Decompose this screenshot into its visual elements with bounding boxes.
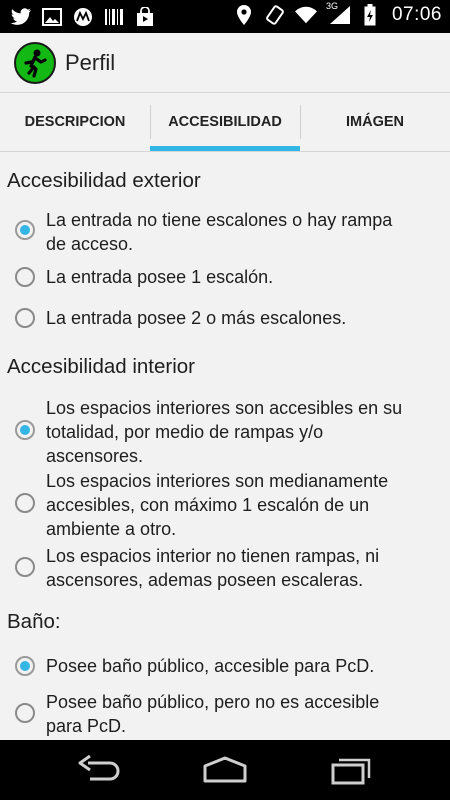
option-label: Los espacios interiores son medianamente… [46, 471, 389, 539]
home-icon [203, 756, 247, 783]
radio-button[interactable] [15, 267, 35, 287]
option-label: Posee baño público, pero no es accesible… [46, 692, 380, 736]
tab-descripcion[interactable]: DESCRIPCION [0, 93, 150, 151]
3g-signal-icon: 3G [325, 1, 354, 26]
tab-accesibilidad[interactable]: ACCESIBILIDAD [150, 93, 300, 151]
tab-imagen[interactable]: IMÁGEN [300, 93, 450, 151]
page-title: Perfil [65, 49, 116, 75]
rotate-icon [264, 4, 286, 26]
image-icon [41, 6, 63, 28]
accessibility-form: Accesibilidad exterior La entrada no tie… [0, 152, 450, 740]
radio-button[interactable] [15, 703, 35, 723]
barcode-icon [103, 6, 125, 28]
notification-icons [10, 6, 156, 28]
navigation-bar [0, 740, 450, 800]
twitter-icon [10, 6, 32, 28]
option-label: Los espacios interiores son accesibles e… [46, 398, 403, 466]
battery-icon [363, 4, 377, 26]
wifi-icon [294, 4, 317, 26]
home-button[interactable] [201, 754, 249, 786]
action-bar: Perfil [0, 33, 450, 92]
status-bar: 3G 07:06 [0, 0, 450, 33]
radio-button[interactable] [15, 557, 35, 577]
section-title-exterior: Accesibilidad exterior [7, 169, 201, 192]
recent-apps-button[interactable] [329, 754, 377, 786]
tab-bar: DESCRIPCION ACCESIBILIDAD IMÁGEN [0, 92, 450, 152]
option-label: La entrada no tiene escalones o hay ramp… [46, 210, 393, 254]
option-label: La entrada posee 2 o más escalones. [46, 308, 347, 328]
section-title-interior: Accesibilidad interior [7, 355, 196, 378]
system-icons: 3G 07:06 [233, 1, 442, 26]
radio-button[interactable] [15, 656, 35, 676]
tab-label: IMÁGEN [346, 114, 404, 130]
recent-apps-icon [331, 758, 371, 785]
network-label: 3G [325, 1, 338, 11]
radio-button[interactable] [15, 220, 35, 240]
tab-label: ACCESIBILIDAD [168, 114, 282, 130]
option-label: Los espacios interior no tienen rampas, … [46, 546, 380, 590]
store-icon [134, 6, 156, 28]
option-label: La entrada posee 1 escalón. [46, 267, 274, 287]
option-label: Posee baño público, accesible para PcD. [46, 656, 375, 676]
motorola-icon [72, 6, 94, 28]
location-icon [233, 4, 255, 26]
back-button[interactable] [76, 754, 124, 786]
clock: 07:06 [391, 4, 442, 25]
tab-label: DESCRIPCION [24, 114, 126, 130]
app-icon[interactable] [14, 41, 56, 84]
back-icon [78, 754, 120, 781]
section-title-bathroom: Baño: [7, 610, 61, 633]
radio-button[interactable] [15, 308, 35, 328]
radio-button[interactable] [15, 493, 35, 513]
radio-button[interactable] [15, 420, 35, 440]
running-person-icon [24, 49, 47, 78]
